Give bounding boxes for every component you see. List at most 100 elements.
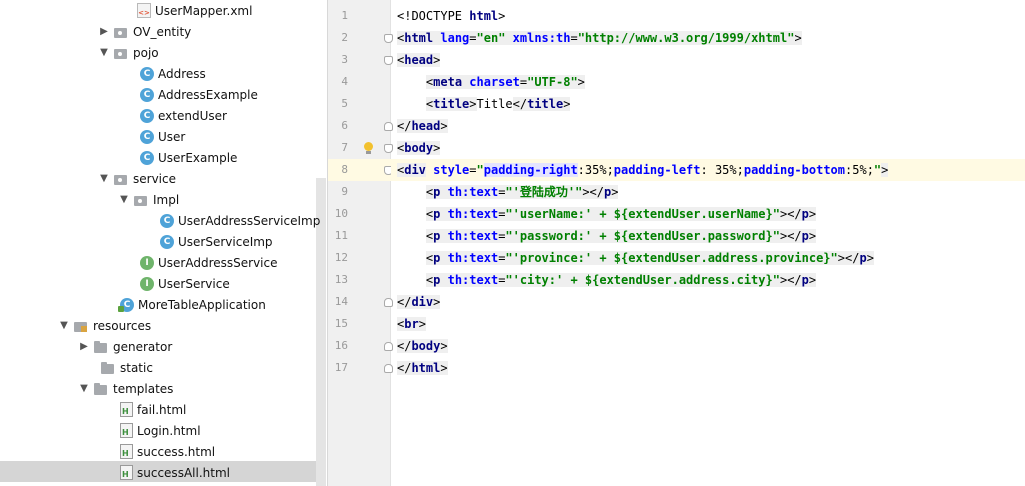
tree-item-static[interactable]: static: [83, 357, 153, 378]
tree-item-label: UserMapper.xml: [155, 3, 253, 18]
tree-item-label: fail.html: [137, 402, 187, 417]
interface-icon: I: [140, 276, 154, 291]
code-line: </body>: [397, 339, 448, 353]
code-editor[interactable]: 1 2 3 4 5 6 7 8 9 10 11 12 13 14 15 16 1…: [327, 0, 1025, 486]
line-number: 4: [341, 75, 348, 88]
chevron-down-icon[interactable]: ▼: [96, 171, 112, 187]
resources-folder-icon: [73, 318, 89, 334]
line-number: 11: [334, 229, 348, 242]
class-icon: C: [140, 108, 154, 123]
code-line: <p th:text="'password:' + ${extendUser.p…: [425, 229, 817, 243]
class-icon: C: [140, 150, 154, 165]
tree-item-label: Address: [158, 66, 206, 81]
folder-icon: [93, 381, 109, 397]
code-line: <meta charset="UTF-8">: [425, 75, 585, 89]
tree-item-address[interactable]: C Address: [123, 63, 206, 84]
line-number: 14: [334, 295, 348, 308]
line-number: 2: [341, 31, 348, 44]
lightbulb-icon[interactable]: [363, 142, 374, 155]
tree-item-label: extendUser: [158, 108, 227, 123]
tree-item-login-html[interactable]: H Login.html: [103, 420, 201, 441]
chevron-right-icon[interactable]: ▶: [96, 24, 112, 40]
tree-item-user[interactable]: C User: [123, 126, 185, 147]
tree-item-fail-html[interactable]: H fail.html: [103, 399, 186, 420]
folder-icon: [93, 339, 109, 355]
code-line: <head>: [397, 53, 441, 67]
tree-item-label: resources: [93, 318, 152, 333]
spring-app-icon: C: [118, 297, 134, 312]
tree-item-useraddressserviceimp[interactable]: C UserAddressServiceImp: [143, 210, 320, 231]
code-line: <body>: [397, 141, 441, 155]
tree-item-userexample[interactable]: C UserExample: [123, 147, 237, 168]
interface-icon: I: [140, 255, 154, 270]
line-number: 12: [334, 251, 348, 264]
class-icon: C: [140, 129, 154, 144]
code-line: <p th:text="'userName:' + ${extendUser.u…: [425, 207, 817, 221]
tree-item-successall-html[interactable]: H successAll.html: [103, 462, 230, 483]
tree-item-label: UserExample: [158, 150, 238, 165]
tree-item-resources[interactable]: ▼ resources: [56, 315, 151, 336]
tree-item-moretableapplication[interactable]: C MoreTableApplication: [103, 294, 266, 315]
line-number: 15: [334, 317, 348, 330]
tree-item-label: UserAddressService: [158, 255, 278, 270]
class-icon: C: [140, 87, 154, 102]
tree-item-pojo[interactable]: ▼ pojo: [96, 42, 159, 63]
code-line: </div>: [397, 295, 441, 309]
tree-item-success-html[interactable]: H success.html: [103, 441, 215, 462]
package-icon: [113, 45, 129, 61]
class-icon: C: [160, 213, 174, 228]
tree-item-useraddressservice[interactable]: I UserAddressService: [123, 252, 278, 273]
xml-file-icon: <>: [137, 3, 151, 18]
html-file-icon: H: [120, 423, 133, 438]
tree-item-userserviceimp[interactable]: C UserServiceImp: [143, 231, 273, 252]
line-number: 8: [341, 163, 348, 176]
tree-item-label: MoreTableApplication: [138, 297, 266, 312]
tree-item-service[interactable]: ▼ service: [96, 168, 176, 189]
chevron-right-icon[interactable]: ▶: [76, 339, 92, 355]
code-line: <html lang="en" xmlns:th="http://www.w3.…: [397, 31, 802, 45]
html-file-icon: H: [120, 465, 133, 480]
tree-item-label: Login.html: [137, 423, 201, 438]
chevron-down-icon[interactable]: ▼: [56, 318, 72, 334]
tree-item-label: Impl: [153, 192, 180, 207]
line-number: 17: [334, 361, 348, 374]
tree-item-label: UserServiceImp: [178, 234, 273, 249]
tree-item-label: User: [158, 129, 186, 144]
line-number: 5: [341, 97, 348, 110]
chevron-down-icon[interactable]: ▼: [96, 45, 112, 61]
tree-item-userservice[interactable]: I UserService: [123, 273, 230, 294]
tree-item-label: UserService: [158, 276, 230, 291]
tree-item-label: generator: [113, 339, 173, 354]
line-number: 7: [341, 141, 348, 154]
tree-item-label: static: [120, 360, 153, 375]
code-line: </html>: [397, 361, 448, 375]
line-number: 16: [334, 339, 348, 352]
line-number: 9: [341, 185, 348, 198]
code-area[interactable]: <!DOCTYPE html> <html lang="en" xmlns:th…: [391, 0, 1025, 486]
chevron-down-icon[interactable]: ▼: [76, 381, 92, 397]
line-number: 6: [341, 119, 348, 132]
code-line: <div style="padding-right:35%;padding-le…: [397, 163, 889, 177]
tree-item-extenduser[interactable]: C extendUser: [123, 105, 227, 126]
tree-item-templates[interactable]: ▼ templates: [76, 378, 173, 399]
code-line: <p th:text="'登陆成功'"></p>: [425, 185, 619, 199]
tree-item-label: templates: [113, 381, 174, 396]
tree-item-generator[interactable]: ▶ generator: [76, 336, 172, 357]
tree-item-impl[interactable]: ▼ Impl: [116, 189, 179, 210]
code-line: <p th:text="'province:' + ${extendUser.a…: [425, 251, 874, 265]
line-number: 13: [334, 273, 348, 286]
class-icon: C: [140, 66, 154, 81]
folder-icon: [100, 360, 116, 376]
chevron-down-icon[interactable]: ▼: [116, 192, 132, 208]
project-tree-panel: <> UserMapper.xml ▶ OV_entity ▼ pojo C A…: [0, 0, 327, 486]
tree-item-ov-entity[interactable]: ▶ OV_entity: [96, 21, 191, 42]
line-number: 3: [341, 53, 348, 66]
code-line: </head>: [397, 119, 448, 133]
tree-item-addressexample[interactable]: C AddressExample: [123, 84, 258, 105]
tree-item-usermapper-xml[interactable]: <> UserMapper.xml: [120, 0, 252, 21]
tree-item-label: success.html: [137, 444, 216, 459]
code-line: <br>: [397, 317, 426, 331]
package-icon: [113, 24, 129, 40]
tree-item-label: AddressExample: [158, 87, 258, 102]
tree-item-label: OV_entity: [133, 24, 192, 39]
